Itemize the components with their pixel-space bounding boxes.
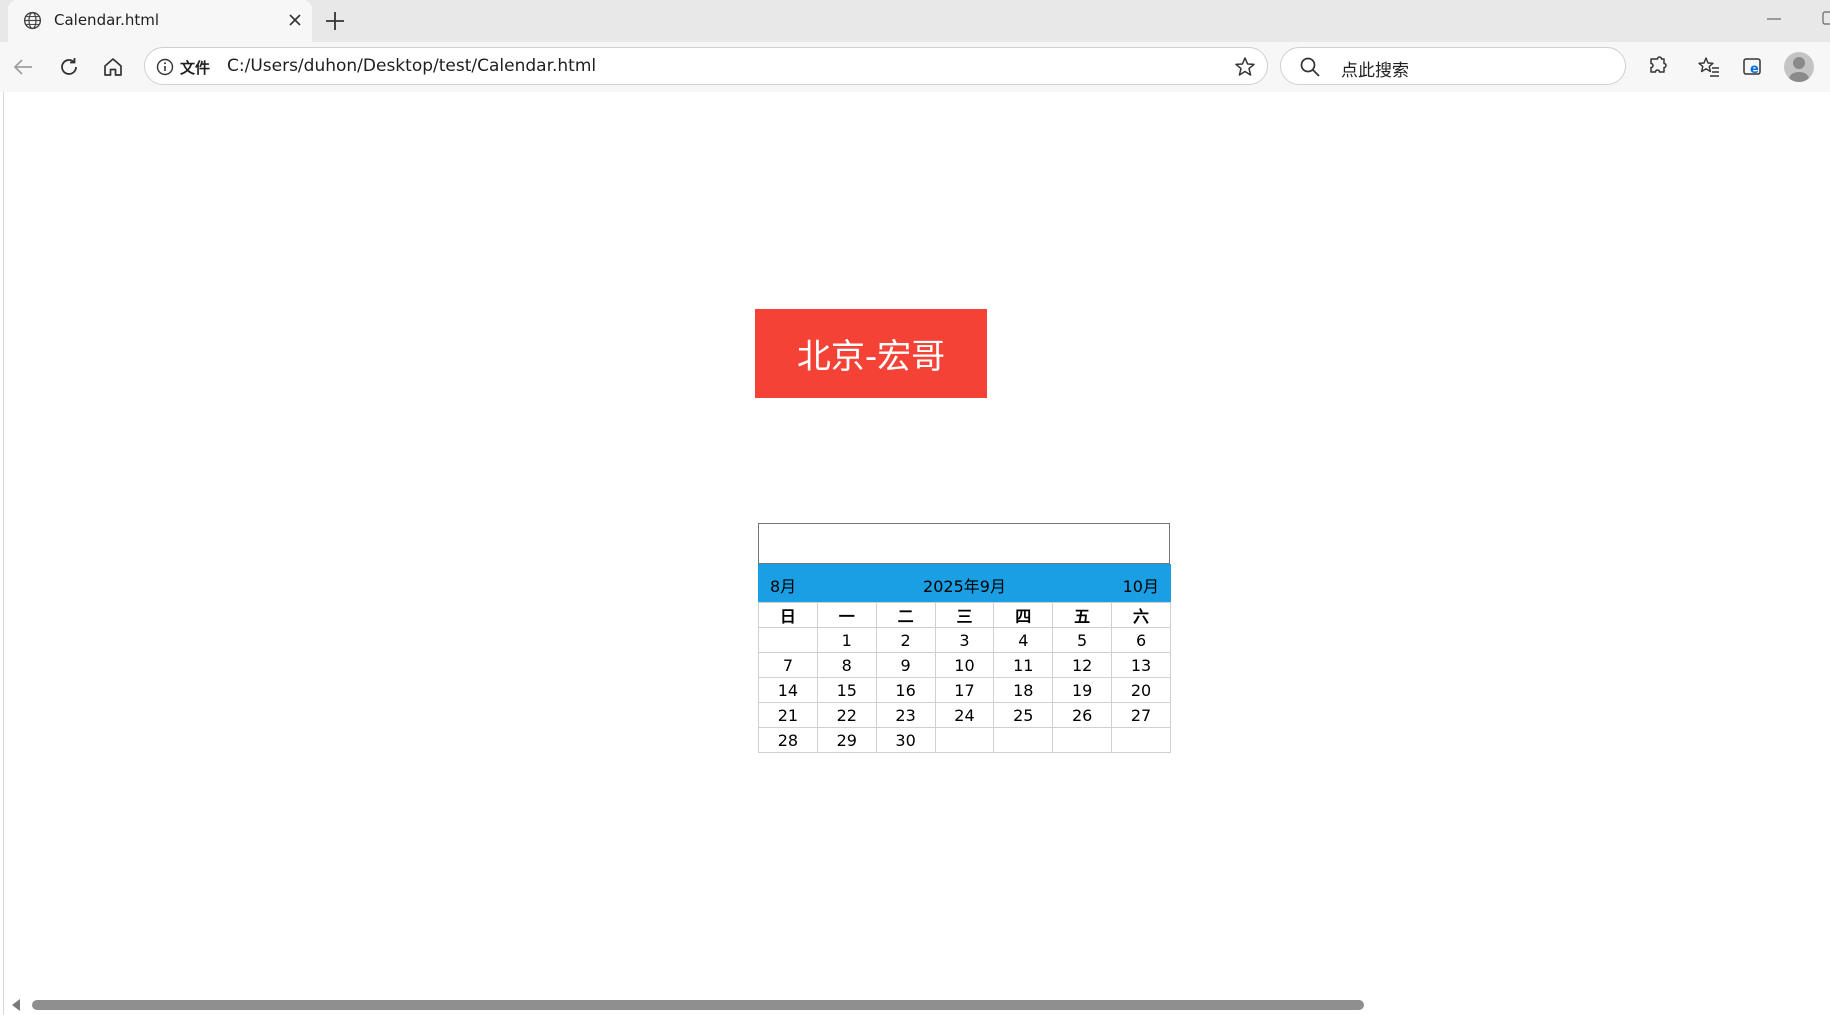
week-row: 7 8 9 10 11 12 13 bbox=[758, 652, 1171, 678]
day-cell[interactable]: 2 bbox=[875, 627, 936, 653]
page-viewport: 北京-宏哥 8月 2025年9月 10月 日 一 二 三 四 五 六 1 2 3… bbox=[3, 92, 1830, 1015]
day-cell[interactable]: 7 bbox=[758, 652, 818, 678]
puzzle-icon bbox=[1650, 56, 1667, 73]
refresh-icon bbox=[61, 58, 77, 75]
day-cell-empty bbox=[1052, 727, 1113, 753]
day-cell[interactable]: 5 bbox=[1052, 627, 1113, 653]
day-cell[interactable]: 1 bbox=[816, 627, 877, 653]
day-cell[interactable]: 3 bbox=[934, 627, 995, 653]
info-icon[interactable] bbox=[155, 57, 175, 77]
day-cell[interactable]: 24 bbox=[934, 702, 995, 728]
favorites-button[interactable] bbox=[1692, 50, 1726, 84]
week-row: 1 2 3 4 5 6 bbox=[758, 627, 1171, 653]
day-cell[interactable]: 17 bbox=[934, 677, 995, 703]
day-cell[interactable]: 30 bbox=[875, 727, 936, 753]
day-cell[interactable]: 25 bbox=[993, 702, 1054, 728]
ie-mode-button[interactable]: e bbox=[1736, 50, 1770, 84]
scrollbar-thumb[interactable] bbox=[32, 1000, 1364, 1010]
day-cell-empty bbox=[934, 727, 995, 753]
calendar-header: 8月 2025年9月 10月 bbox=[758, 564, 1171, 602]
day-cell[interactable]: 9 bbox=[875, 652, 936, 678]
calendar-widget: 8月 2025年9月 10月 日 一 二 三 四 五 六 1 2 3 4 5 6… bbox=[758, 564, 1171, 753]
day-cell[interactable]: 26 bbox=[1052, 702, 1113, 728]
ie-mode-icon: e bbox=[1743, 58, 1761, 77]
day-cell[interactable]: 15 bbox=[816, 677, 877, 703]
day-cell[interactable]: 23 bbox=[875, 702, 936, 728]
search-box[interactable]: 点此搜索 bbox=[1280, 47, 1626, 85]
week-row: 21 22 23 24 25 26 27 bbox=[758, 702, 1171, 728]
user-icon bbox=[1789, 57, 1809, 82]
weekday-header: 日 bbox=[758, 602, 818, 628]
day-cell[interactable]: 20 bbox=[1111, 677, 1171, 703]
weekday-header: 三 bbox=[934, 602, 995, 628]
day-cell[interactable]: 4 bbox=[993, 627, 1054, 653]
minimize-icon[interactable] bbox=[1762, 9, 1786, 29]
day-cell-empty bbox=[1111, 727, 1171, 753]
day-cell[interactable]: 11 bbox=[993, 652, 1054, 678]
tab-title: Calendar.html bbox=[54, 11, 160, 29]
new-tab-icon[interactable] bbox=[320, 6, 350, 36]
scroll-left-arrow-icon[interactable] bbox=[12, 999, 20, 1011]
search-placeholder: 点此搜索 bbox=[1341, 61, 1409, 81]
favorite-star-icon[interactable] bbox=[1233, 55, 1257, 79]
day-cell[interactable]: 10 bbox=[934, 652, 995, 678]
day-cell[interactable]: 12 bbox=[1052, 652, 1113, 678]
current-month-label: 2025年9月 bbox=[923, 577, 1006, 596]
week-row: 28 29 30 bbox=[758, 727, 1171, 753]
date-input[interactable] bbox=[758, 523, 1170, 564]
day-cell[interactable]: 19 bbox=[1052, 677, 1113, 703]
extensions-button[interactable] bbox=[1640, 50, 1674, 84]
refresh-button[interactable] bbox=[52, 50, 86, 84]
weekday-header: 六 bbox=[1111, 602, 1171, 628]
search-icon bbox=[1300, 57, 1320, 77]
home-icon bbox=[104, 58, 122, 76]
day-cell-empty bbox=[993, 727, 1054, 753]
browser-tab[interactable]: Calendar.html bbox=[8, 0, 312, 42]
day-cell[interactable]: 18 bbox=[993, 677, 1054, 703]
day-cell[interactable]: 21 bbox=[758, 702, 818, 728]
day-cell[interactable]: 16 bbox=[875, 677, 936, 703]
day-cell[interactable]: 29 bbox=[816, 727, 877, 753]
address-bar[interactable]: 文件 C:/Users/duhon/Desktop/test/Calendar.… bbox=[144, 47, 1268, 85]
weekday-header: 五 bbox=[1052, 602, 1113, 628]
day-cell[interactable]: 13 bbox=[1111, 652, 1171, 678]
day-cell[interactable]: 14 bbox=[758, 677, 818, 703]
close-tab-icon[interactable] bbox=[284, 9, 306, 31]
favorites-list-icon bbox=[1698, 57, 1719, 77]
day-cell[interactable]: 28 bbox=[758, 727, 818, 753]
address-url[interactable]: C:/Users/duhon/Desktop/test/Calendar.htm… bbox=[227, 56, 596, 76]
weekday-header: 二 bbox=[875, 602, 936, 628]
day-cell[interactable]: 6 bbox=[1111, 627, 1171, 653]
home-button[interactable] bbox=[96, 50, 130, 84]
day-cell[interactable]: 8 bbox=[816, 652, 877, 678]
calendar-grid: 日 一 二 三 四 五 六 1 2 3 4 5 6 7 8 9 10 11 12… bbox=[758, 602, 1171, 753]
tab-strip: Calendar.html bbox=[0, 0, 1830, 42]
maximize-icon[interactable] bbox=[1822, 11, 1830, 25]
profile-avatar[interactable] bbox=[1784, 52, 1814, 82]
weekday-header: 一 bbox=[816, 602, 877, 628]
back-button[interactable] bbox=[6, 50, 40, 84]
svg-text:e: e bbox=[1750, 62, 1759, 77]
week-row: 14 15 16 17 18 19 20 bbox=[758, 677, 1171, 703]
day-cell[interactable]: 22 bbox=[816, 702, 877, 728]
globe-icon bbox=[23, 11, 42, 30]
browser-toolbar: 文件 C:/Users/duhon/Desktop/test/Calendar.… bbox=[0, 42, 1830, 92]
horizontal-scrollbar[interactable] bbox=[0, 992, 1830, 1015]
title-banner: 北京-宏哥 bbox=[755, 309, 987, 398]
weekday-row: 日 一 二 三 四 五 六 bbox=[758, 602, 1171, 628]
weekday-header: 四 bbox=[993, 602, 1054, 628]
next-month-button[interactable]: 10月 bbox=[1123, 573, 1159, 597]
day-cell[interactable]: 27 bbox=[1111, 702, 1171, 728]
back-arrow-icon bbox=[13, 59, 32, 75]
day-cell-empty bbox=[758, 627, 818, 653]
address-protocol-label: 文件 bbox=[180, 59, 211, 77]
